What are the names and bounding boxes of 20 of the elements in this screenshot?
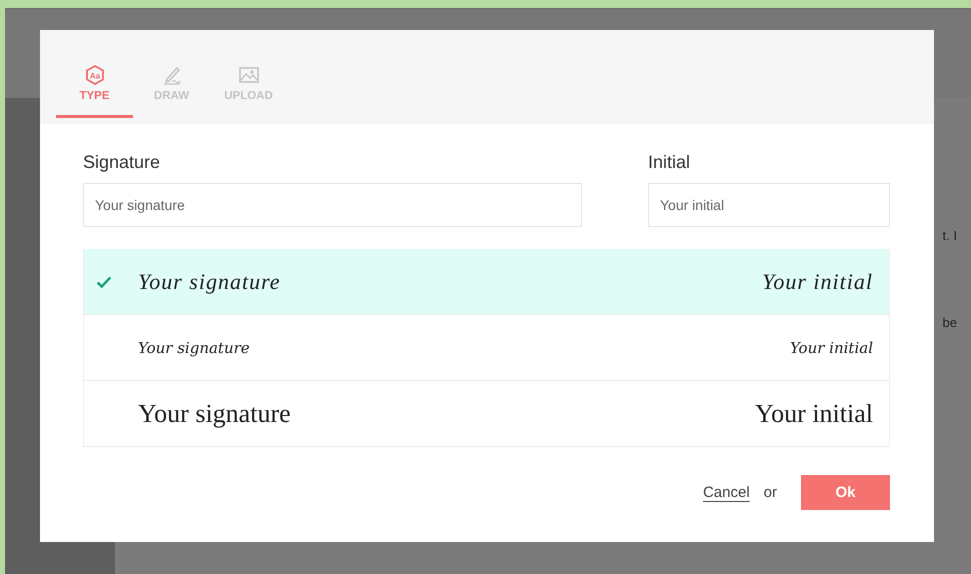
signature-preview: Your signature: [138, 339, 250, 357]
check-icon: [96, 275, 112, 289]
style-option[interactable]: Your signature Your initial: [84, 315, 889, 381]
style-option[interactable]: Your signature Your initial: [84, 249, 889, 315]
field-label: Initial: [648, 152, 692, 173]
signature-preview: Your signature: [138, 269, 281, 295]
initial-preview: Your initial: [762, 269, 873, 295]
image-icon: [238, 64, 260, 86]
signature-field[interactable]: Your signature: [83, 183, 582, 227]
initial-preview: Your initial: [790, 339, 873, 357]
initial-preview: Your initial: [755, 399, 873, 429]
page-text: be: [942, 315, 958, 330]
field-label: Signature: [83, 152, 162, 173]
cancel-link[interactable]: Cancel: [702, 484, 750, 501]
style-option[interactable]: Your signature Your initial: [84, 381, 889, 447]
page-text: t. I: [942, 228, 958, 243]
or-text: or: [764, 484, 777, 501]
signature-preview: Your signature: [138, 399, 291, 429]
initial-field[interactable]: Your initial: [648, 183, 890, 227]
text-style-icon: Aa: [84, 64, 106, 86]
